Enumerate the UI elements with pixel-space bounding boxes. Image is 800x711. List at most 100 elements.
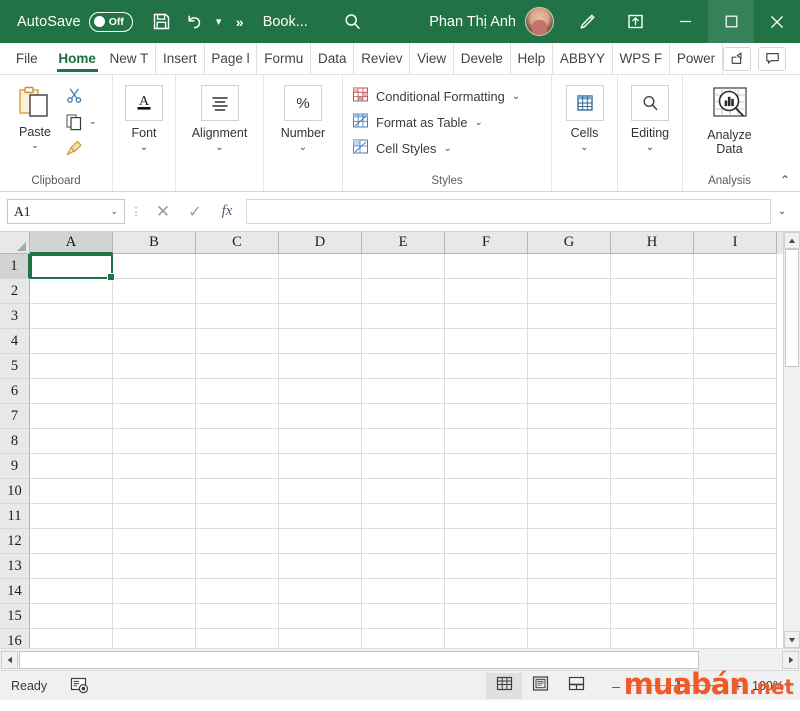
tab-file[interactable]: File (0, 43, 52, 74)
grid-cell-F16[interactable] (445, 629, 528, 648)
grid-cell-F15[interactable] (445, 604, 528, 629)
grid-cell-D15[interactable] (279, 604, 362, 629)
row-header-4[interactable]: 4 (0, 329, 30, 354)
share-icon[interactable] (723, 46, 751, 71)
cells-dropdown-chevron-icon[interactable]: ⌄ (580, 142, 588, 153)
page-break-view-button[interactable] (558, 673, 594, 699)
cells-region[interactable] (30, 254, 783, 648)
ribbon-display-options-icon[interactable] (618, 5, 652, 39)
zoom-track[interactable] (630, 679, 724, 692)
grid-cell-I15[interactable] (694, 604, 777, 629)
grid-cell-C10[interactable] (196, 479, 279, 504)
user-avatar[interactable] (525, 7, 554, 36)
grid-cell-B7[interactable] (113, 404, 196, 429)
grid-cell-C1[interactable] (196, 254, 279, 279)
editing-dropdown-chevron-icon[interactable]: ⌄ (646, 142, 654, 153)
grid-cell-A4[interactable] (30, 329, 113, 354)
tab-insert[interactable]: Insert (156, 43, 205, 74)
qat-overflow-icon[interactable]: » (229, 7, 251, 37)
grid-cell-B16[interactable] (113, 629, 196, 648)
scroll-right-arrow-icon[interactable] (782, 650, 799, 669)
column-header-h[interactable]: H (611, 232, 694, 254)
grid-cell-H1[interactable] (611, 254, 694, 279)
number-dropdown-chevron-icon[interactable]: ⌄ (299, 142, 307, 153)
grid-cell-F13[interactable] (445, 554, 528, 579)
grid-cell-E16[interactable] (362, 629, 445, 648)
grid-cell-E10[interactable] (362, 479, 445, 504)
tab-home[interactable]: Home (52, 43, 103, 74)
zoom-slider[interactable]: – + 100% (608, 678, 784, 694)
grid-cell-H7[interactable] (611, 404, 694, 429)
grid-cell-A16[interactable] (30, 629, 113, 648)
tab-view[interactable]: View (410, 43, 454, 74)
grid-cell-E7[interactable] (362, 404, 445, 429)
font-dropdown-chevron-icon[interactable]: ⌄ (140, 142, 148, 153)
grid-cell-I13[interactable] (694, 554, 777, 579)
grid-cell-F9[interactable] (445, 454, 528, 479)
grid-cell-A5[interactable] (30, 354, 113, 379)
grid-cell-D16[interactable] (279, 629, 362, 648)
row-header-14[interactable]: 14 (0, 579, 30, 604)
column-header-b[interactable]: B (113, 232, 196, 254)
grid-cell-E8[interactable] (362, 429, 445, 454)
grid-cell-C7[interactable] (196, 404, 279, 429)
grid-cell-A2[interactable] (30, 279, 113, 304)
grid-cell-G14[interactable] (528, 579, 611, 604)
format-as-table-chevron-icon[interactable]: ⌄ (475, 117, 483, 128)
normal-view-button[interactable] (486, 672, 522, 699)
grid-cell-F7[interactable] (445, 404, 528, 429)
grid-cell-G13[interactable] (528, 554, 611, 579)
cut-button[interactable] (61, 84, 87, 107)
ribbon-group-font[interactable]: A Font ⌄ (112, 75, 175, 191)
scroll-up-arrow-icon[interactable] (784, 232, 800, 249)
user-name-label[interactable]: Phan Thị Anh (429, 14, 516, 30)
tab-review[interactable]: Reviev (354, 43, 411, 74)
cancel-entry-button[interactable]: ✕ (147, 199, 179, 224)
grid-cell-E1[interactable] (362, 254, 445, 279)
grid-cell-E9[interactable] (362, 454, 445, 479)
format-as-table-button[interactable]: Format as Table ⌄ (352, 112, 520, 132)
grid-cell-H5[interactable] (611, 354, 694, 379)
grid-cell-B4[interactable] (113, 329, 196, 354)
comments-icon[interactable] (758, 46, 786, 71)
copy-button[interactable]: ⌄ (61, 110, 97, 133)
row-header-7[interactable]: 7 (0, 404, 30, 429)
grid-cell-C3[interactable] (196, 304, 279, 329)
grid-cell-G15[interactable] (528, 604, 611, 629)
tab-new-tab[interactable]: New T (103, 43, 157, 74)
grid-cell-E12[interactable] (362, 529, 445, 554)
grid-cell-G11[interactable] (528, 504, 611, 529)
grid-cell-C11[interactable] (196, 504, 279, 529)
cell-styles-button[interactable]: Cell Styles ⌄ (352, 138, 520, 158)
alignment-dropdown-chevron-icon[interactable]: ⌄ (215, 142, 223, 153)
grid-cell-C15[interactable] (196, 604, 279, 629)
name-box-chevron-icon[interactable]: ⌄ (110, 206, 118, 217)
minimize-button[interactable] (662, 0, 708, 43)
grid-cell-F2[interactable] (445, 279, 528, 304)
grid-cell-G6[interactable] (528, 379, 611, 404)
row-header-2[interactable]: 2 (0, 279, 30, 304)
grid-cell-C2[interactable] (196, 279, 279, 304)
grid-cell-F10[interactable] (445, 479, 528, 504)
grid-cell-A14[interactable] (30, 579, 113, 604)
row-header-16[interactable]: 16 (0, 629, 30, 648)
grid-cell-E14[interactable] (362, 579, 445, 604)
grid-cell-D9[interactable] (279, 454, 362, 479)
grid-cell-A7[interactable] (30, 404, 113, 429)
grid-cell-G1[interactable] (528, 254, 611, 279)
grid-cell-B6[interactable] (113, 379, 196, 404)
grid-cell-I14[interactable] (694, 579, 777, 604)
grid-cell-I1[interactable] (694, 254, 777, 279)
horizontal-scrollbar[interactable] (0, 648, 800, 670)
grid-cell-B2[interactable] (113, 279, 196, 304)
grid-cell-H10[interactable] (611, 479, 694, 504)
grid-cell-G12[interactable] (528, 529, 611, 554)
grid-cell-B15[interactable] (113, 604, 196, 629)
grid-cell-H12[interactable] (611, 529, 694, 554)
scroll-down-arrow-icon[interactable] (784, 631, 800, 648)
column-header-e[interactable]: E (362, 232, 445, 254)
grid-cell-F1[interactable] (445, 254, 528, 279)
tab-wps-pdf[interactable]: WPS F (613, 43, 671, 74)
grid-cell-B5[interactable] (113, 354, 196, 379)
grid-cell-G10[interactable] (528, 479, 611, 504)
